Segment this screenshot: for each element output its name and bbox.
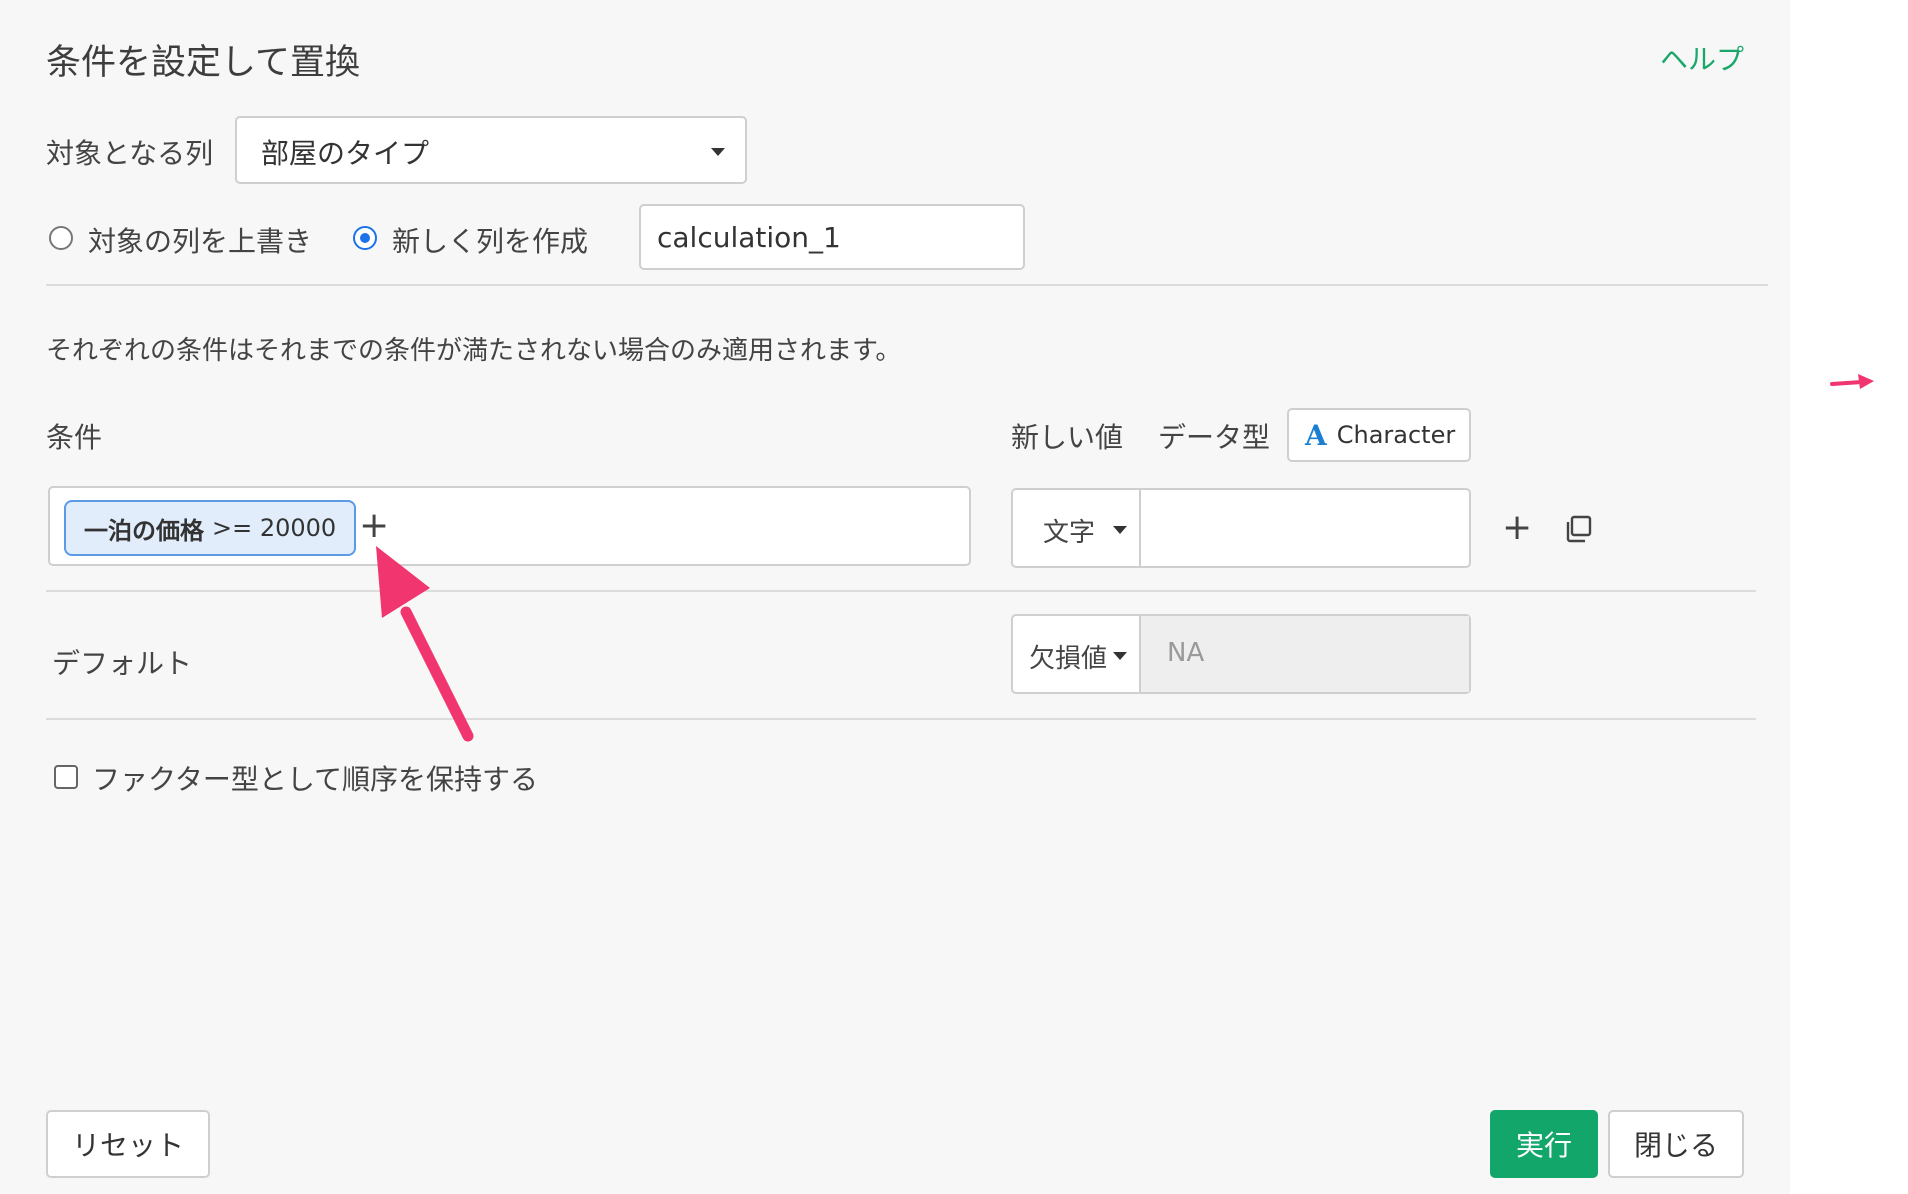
annotation-arrows — [376, 374, 1874, 742]
annotation-arrow-icon — [376, 546, 474, 742]
annotation-arrow-small-icon — [1830, 374, 1874, 389]
